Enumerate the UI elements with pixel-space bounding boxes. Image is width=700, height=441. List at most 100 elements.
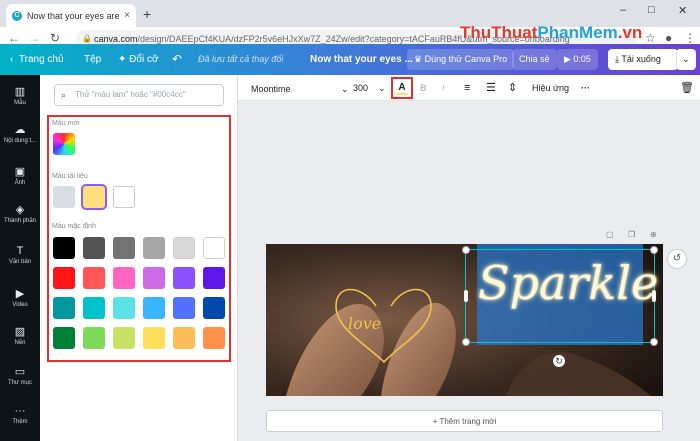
default-color-swatch[interactable] (83, 297, 105, 319)
menu-icon[interactable]: ⋮ (684, 31, 696, 45)
default-color-swatch[interactable] (83, 327, 105, 349)
resize-handle[interactable] (650, 246, 658, 254)
list-icon[interactable]: ☰ (486, 75, 496, 101)
default-color-swatch[interactable] (203, 267, 225, 289)
sidebar-item-uploads[interactable]: ☁ Nội dung t... (0, 123, 40, 144)
default-color-swatch[interactable] (113, 237, 135, 259)
default-color-swatch[interactable] (143, 267, 165, 289)
home-link[interactable]: ‹ Trang chủ (10, 44, 64, 75)
side-handle[interactable] (652, 290, 656, 302)
default-color-swatch[interactable] (113, 267, 135, 289)
add-page-button[interactable]: + Thêm trang mới (266, 410, 663, 432)
sparkle-text[interactable]: Sparkle (478, 256, 658, 310)
sidebar-item-folders[interactable]: ▭ Thư mục (0, 365, 40, 386)
text-toolbar: Moontime ⌄ 300 ⌄ A B I ≡ ☰ ⇕ Hiệu ứng ··· … (238, 75, 700, 101)
refresh-icon[interactable]: ↺ (668, 250, 686, 268)
default-color-swatch[interactable] (173, 267, 195, 289)
document-title[interactable]: Now that your eyes ... (310, 44, 413, 75)
new-color-picker[interactable] (53, 133, 75, 155)
italic-button[interactable]: I (442, 75, 445, 101)
font-size-selector[interactable]: 300 ⌄ (353, 75, 386, 101)
copy-icon[interactable]: ❐ (628, 230, 635, 239)
back-icon[interactable]: ← (8, 31, 20, 45)
add-page-icon[interactable]: ⊕ (650, 230, 657, 239)
trash-icon[interactable]: 🗑 (680, 75, 694, 101)
doc-color-swatch[interactable] (53, 186, 75, 208)
default-color-swatch[interactable] (53, 327, 75, 349)
text-color-button[interactable]: A (391, 77, 413, 99)
try-pro-label: Dùng thử Canva Pro (424, 54, 508, 64)
reload-icon[interactable]: ↻ (50, 31, 60, 45)
browser-tab-title: Now that your eyes are open, m (27, 10, 120, 21)
default-color-swatch[interactable] (83, 237, 105, 259)
editor-top-bar: ‹ Trang chủ Tệp ✦ Đổi cỡ ↶ Đã lưu tất cả… (0, 44, 700, 75)
align-center-icon[interactable]: ≡ (464, 75, 470, 101)
window-close-icon[interactable]: ✕ (678, 4, 687, 17)
default-color-swatch[interactable] (203, 297, 225, 319)
doc-color-swatch[interactable] (113, 186, 135, 208)
try-pro-button[interactable]: ♛ Dùng thử Canva Pro (407, 49, 515, 70)
font-name: Moontime (251, 84, 291, 94)
resize-handle[interactable] (650, 338, 658, 346)
sidebar-item-templates[interactable]: ▥ Mẫu (0, 85, 40, 106)
side-handle[interactable] (464, 290, 468, 302)
background-icon: ▨ (14, 326, 26, 338)
tab-close-icon[interactable]: × (124, 10, 130, 21)
file-menu[interactable]: Tệp (84, 44, 101, 75)
chevron-down-icon: ⌄ (378, 83, 386, 93)
default-color-swatch[interactable] (173, 327, 195, 349)
note-icon[interactable]: ▢ (606, 230, 614, 239)
elements-icon: ◈ (15, 204, 25, 216)
resize-handle[interactable] (462, 246, 470, 254)
spacing-icon[interactable]: ⇕ (508, 75, 517, 101)
design-canvas[interactable]: love Sparkle (266, 244, 663, 396)
sidebar-item-background[interactable]: ▨ Nền (0, 325, 40, 346)
doc-color-swatch[interactable] (81, 184, 107, 210)
maximize-icon[interactable]: □ (648, 4, 655, 16)
doc-colors-label: Màu tài liệu (52, 173, 88, 180)
default-color-swatch[interactable] (53, 237, 75, 259)
more-options-button[interactable]: ··· (581, 75, 590, 101)
rotate-icon[interactable]: ↻ (553, 355, 565, 367)
default-color-swatch[interactable] (113, 327, 135, 349)
default-color-swatch[interactable] (173, 297, 195, 319)
new-tab-button[interactable]: + (143, 6, 151, 22)
resize-handle[interactable] (462, 338, 470, 346)
sidebar-item-elements[interactable]: ◈ Thành phần (0, 203, 40, 224)
upload-icon: ☁ (14, 124, 26, 136)
download-options-icon[interactable]: ⌄ (676, 49, 696, 70)
new-color-label: Màu mới (52, 120, 80, 127)
effects-button[interactable]: Hiệu ứng (532, 75, 569, 101)
undo-icon[interactable]: ↶ (172, 44, 182, 75)
default-color-swatch[interactable] (173, 237, 195, 259)
browser-tab[interactable]: C Now that your eyes are open, m × (6, 4, 136, 27)
profile-icon[interactable]: ● (665, 31, 672, 45)
share-button[interactable]: Chia sẻ (512, 49, 557, 70)
minimize-icon[interactable]: – (620, 4, 626, 16)
sidebar-item-text[interactable]: T Văn bản (0, 245, 40, 265)
home-label: Trang chủ (18, 54, 64, 65)
star-icon[interactable]: ☆ (645, 31, 656, 45)
default-color-swatch[interactable] (143, 237, 165, 259)
play-button[interactable]: ▶ 0:05 (557, 49, 598, 70)
default-color-swatch[interactable] (143, 327, 165, 349)
resize-menu[interactable]: ✦ Đổi cỡ (118, 44, 159, 75)
sidebar-item-label: Nền (14, 340, 26, 346)
sidebar-item-photos[interactable]: ▣ Ảnh (0, 165, 40, 186)
download-button[interactable]: ⤓ Tải xuống (608, 49, 678, 70)
default-color-swatch[interactable] (83, 267, 105, 289)
default-color-swatch[interactable] (53, 267, 75, 289)
default-color-swatch[interactable] (53, 297, 75, 319)
default-color-swatch[interactable] (203, 237, 225, 259)
bold-button[interactable]: B (420, 75, 427, 101)
default-color-swatch[interactable] (203, 327, 225, 349)
font-selector[interactable]: Moontime ⌄ (250, 75, 349, 101)
forward-icon[interactable]: → (28, 31, 40, 45)
color-search-input[interactable]: ⌕ Thử "màu lam" hoặc "#00c4cc" (54, 84, 224, 106)
default-color-swatch[interactable] (113, 297, 135, 319)
sidebar-item-more[interactable]: ··· Thêm (0, 405, 40, 425)
sidebar-item-label: Mẫu (14, 100, 26, 106)
sidebar-item-video[interactable]: ▶ Video (0, 287, 40, 308)
default-color-swatch[interactable] (143, 297, 165, 319)
selection-box[interactable]: Sparkle (462, 246, 658, 346)
